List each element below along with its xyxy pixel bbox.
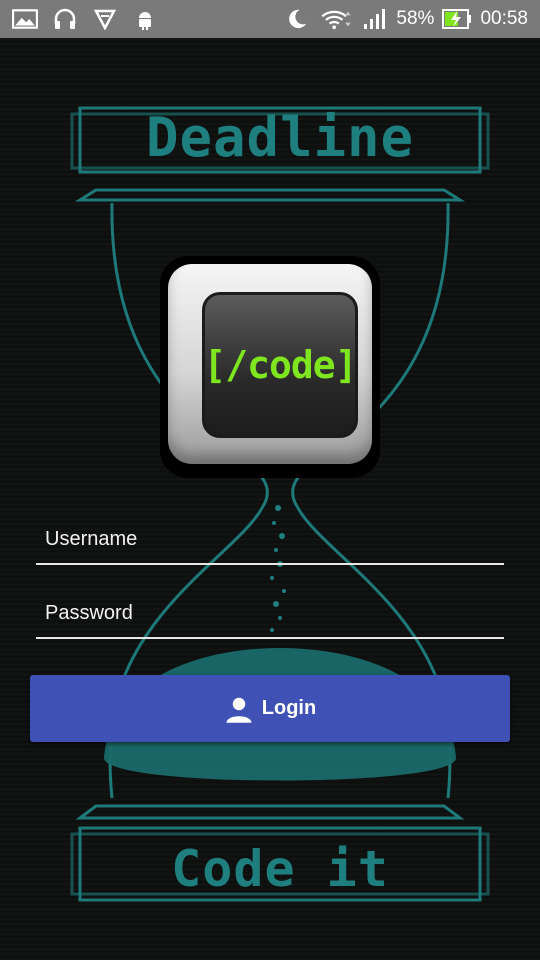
android-icon — [132, 8, 158, 30]
top-banner-text: Deadline — [145, 106, 415, 169]
battery-percent: 58% — [396, 8, 435, 29]
hourglass-illustration — [70, 106, 490, 902]
app-logo-frame: [/code] — [168, 264, 372, 464]
clock-time: 00:58 — [480, 8, 528, 29]
username-input[interactable] — [36, 515, 504, 563]
moon-icon — [284, 8, 310, 30]
app-logo-text: [/code] — [203, 343, 357, 387]
app-logo: [/code] — [160, 256, 380, 478]
bottom-banner-text: Code it — [171, 840, 389, 898]
headset-icon — [52, 8, 78, 30]
app-logo-screen: [/code] — [202, 292, 358, 438]
vlc-cone-icon — [92, 8, 118, 31]
password-input[interactable] — [36, 589, 504, 637]
person-icon — [226, 697, 252, 723]
login-button-label: Login — [261, 697, 317, 719]
username-field[interactable] — [36, 515, 504, 565]
signal-icon — [362, 8, 388, 30]
gallery-icon — [12, 8, 38, 30]
login-button[interactable]: Login — [30, 675, 510, 742]
status-bar: 58% 00:58 — [0, 0, 540, 38]
password-field[interactable] — [36, 589, 504, 639]
battery-charging-icon — [442, 8, 472, 30]
wifi-icon — [318, 8, 354, 30]
